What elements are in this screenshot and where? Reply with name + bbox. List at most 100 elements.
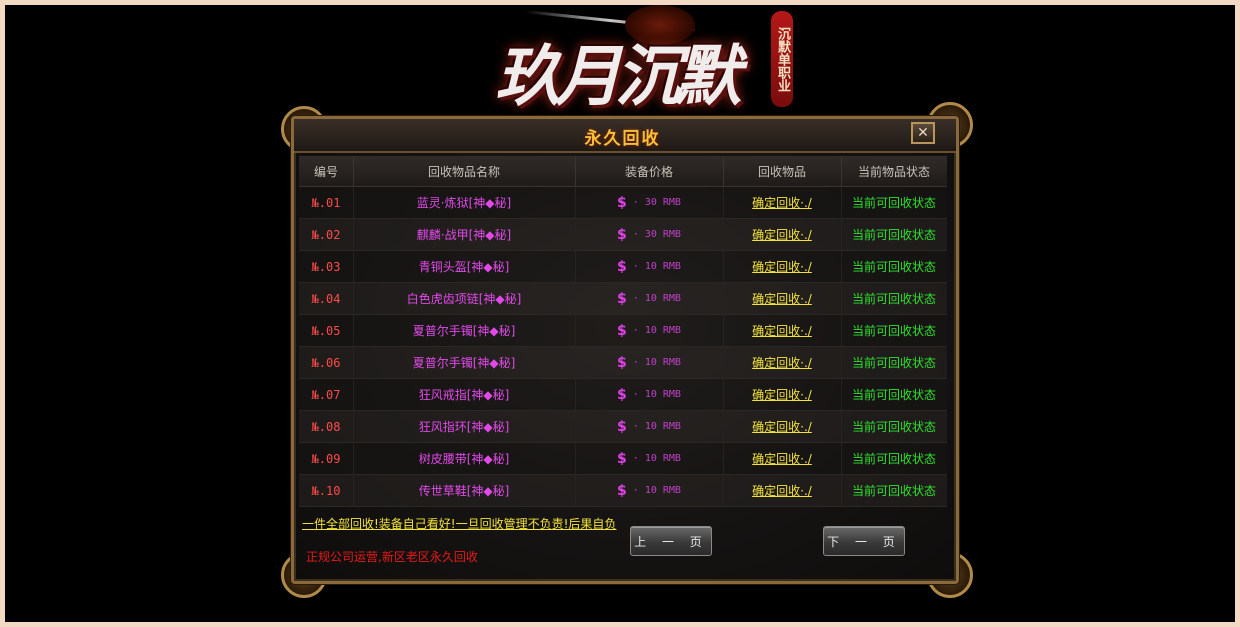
- row-action-cell: 确定回收·./: [723, 315, 842, 346]
- row-action-cell: 确定回收·./: [723, 219, 842, 250]
- row-status-cell: 当前可回收状态: [841, 315, 947, 346]
- row-price: $ · 30 RMB: [617, 195, 681, 211]
- row-price: $ · 10 RMB: [617, 387, 681, 403]
- row-price-value: · 10 RMB: [632, 421, 681, 432]
- row-price-value: · 10 RMB: [632, 325, 681, 336]
- operation-note: 正规公司运营,新区老区永久回收: [306, 550, 478, 564]
- row-id: №.09: [311, 451, 341, 466]
- currency-icon: $: [617, 450, 627, 467]
- currency-icon: $: [617, 418, 627, 435]
- table-row: №.10 传世草鞋[神◆秘] $ · 10 RMB 确定回收·./ 当前可回收状…: [299, 475, 947, 507]
- row-name-cell: 麒麟·战甲[神◆秘]: [353, 219, 576, 250]
- row-name-cell: 狂风戒指[神◆秘]: [353, 379, 576, 410]
- table-row: №.01 蓝灵·炼狱[神◆秘] $ · 30 RMB 确定回收·./ 当前可回收…: [299, 187, 947, 219]
- row-price-value: · 10 RMB: [632, 261, 681, 272]
- row-item-name: 传世草鞋[神◆秘]: [418, 484, 510, 498]
- confirm-recycle-link[interactable]: 确定回收·./: [752, 194, 812, 211]
- table-row: №.07 狂风戒指[神◆秘] $ · 10 RMB 确定回收·./ 当前可回收状…: [299, 379, 947, 411]
- panel-title: 永久回收: [584, 129, 661, 149]
- row-id-cell: №.02: [299, 219, 354, 250]
- confirm-recycle-link[interactable]: 确定回收·./: [752, 354, 812, 371]
- row-name-cell: 白色虎齿项链[神◆秘]: [353, 283, 576, 314]
- confirm-recycle-link[interactable]: 确定回收·./: [752, 226, 812, 243]
- row-name-cell: 树皮腰带[神◆秘]: [353, 443, 576, 474]
- row-id-cell: №.09: [299, 443, 354, 474]
- prev-page-button[interactable]: 上 一 页: [630, 526, 712, 556]
- currency-icon: $: [617, 322, 627, 339]
- row-item-name: 狂风指环[神◆秘]: [418, 420, 510, 434]
- table-header-row: 编号 回收物品名称 装备价格 回收物品 当前物品状态: [299, 156, 947, 187]
- row-status: 当前可回收状态: [851, 324, 936, 338]
- next-page-button[interactable]: 下 一 页: [823, 526, 905, 556]
- currency-icon: $: [617, 482, 627, 499]
- row-status-cell: 当前可回收状态: [841, 443, 947, 474]
- table-row: №.09 树皮腰带[神◆秘] $ · 10 RMB 确定回收·./ 当前可回收状…: [299, 443, 947, 475]
- row-status: 当前可回收状态: [851, 356, 936, 370]
- currency-icon: $: [617, 194, 627, 211]
- row-action-cell: 确定回收·./: [723, 443, 842, 474]
- row-status-cell: 当前可回收状态: [841, 475, 947, 506]
- row-status: 当前可回收状态: [851, 484, 936, 498]
- row-price-cell: $ · 10 RMB: [575, 315, 724, 346]
- row-action-cell: 确定回收·./: [723, 379, 842, 410]
- row-name-cell: 传世草鞋[神◆秘]: [353, 475, 576, 506]
- currency-icon: $: [617, 226, 627, 243]
- row-action-cell: 确定回收·./: [723, 251, 842, 282]
- row-status-cell: 当前可回收状态: [841, 411, 947, 442]
- row-status: 当前可回收状态: [851, 228, 936, 242]
- confirm-recycle-link[interactable]: 确定回收·./: [752, 418, 812, 435]
- table-row: №.03 青铜头盔[神◆秘] $ · 10 RMB 确定回收·./ 当前可回收状…: [299, 251, 947, 283]
- header-id: 编号: [299, 156, 354, 186]
- row-price-cell: $ · 30 RMB: [575, 187, 724, 218]
- confirm-recycle-link[interactable]: 确定回收·./: [752, 290, 812, 307]
- confirm-recycle-link[interactable]: 确定回收·./: [752, 322, 812, 339]
- row-id: №.07: [311, 387, 341, 402]
- row-price-cell: $ · 10 RMB: [575, 251, 724, 282]
- row-price-cell: $ · 10 RMB: [575, 475, 724, 506]
- row-action-cell: 确定回收·./: [723, 347, 842, 378]
- row-id: №.08: [311, 419, 341, 434]
- row-id-cell: №.03: [299, 251, 354, 282]
- row-id: №.03: [311, 259, 341, 274]
- logo-title: 玖月沉默: [495, 37, 741, 115]
- row-id-cell: №.05: [299, 315, 354, 346]
- row-id: №.05: [311, 323, 341, 338]
- close-button[interactable]: ✕: [911, 122, 935, 144]
- row-price-cell: $ · 10 RMB: [575, 347, 724, 378]
- row-status: 当前可回收状态: [851, 196, 936, 210]
- row-item-name: 狂风戒指[神◆秘]: [418, 388, 510, 402]
- recycle-panel: 永久回收 ✕ 编号 回收物品名称 装备价格 回收物品 当前物品状态 №.01 蓝…: [281, 102, 973, 598]
- row-action-cell: 确定回收·./: [723, 411, 842, 442]
- row-name-cell: 青铜头盔[神◆秘]: [353, 251, 576, 282]
- confirm-recycle-link[interactable]: 确定回收·./: [752, 482, 812, 499]
- currency-icon: $: [617, 354, 627, 371]
- confirm-recycle-link[interactable]: 确定回收·./: [752, 450, 812, 467]
- confirm-recycle-link[interactable]: 确定回收·./: [752, 258, 812, 275]
- row-price-cell: $ · 10 RMB: [575, 283, 724, 314]
- row-action-cell: 确定回收·./: [723, 475, 842, 506]
- row-item-name: 夏普尔手镯[神◆秘]: [412, 356, 516, 370]
- table-row: №.02 麒麟·战甲[神◆秘] $ · 30 RMB 确定回收·./ 当前可回收…: [299, 219, 947, 251]
- currency-icon: $: [617, 290, 627, 307]
- row-price-value: · 10 RMB: [632, 389, 681, 400]
- row-status: 当前可回收状态: [851, 260, 936, 274]
- row-status: 当前可回收状态: [851, 292, 936, 306]
- recycle-table: 编号 回收物品名称 装备价格 回收物品 当前物品状态 №.01 蓝灵·炼狱[神◆…: [299, 156, 947, 507]
- header-recycle: 回收物品: [723, 156, 842, 186]
- recycle-all-notice-link[interactable]: 一件全部回收!装备自己看好!一旦回收管理不负责!后果自负: [302, 515, 616, 532]
- row-id-cell: №.06: [299, 347, 354, 378]
- row-name-cell: 蓝灵·炼狱[神◆秘]: [353, 187, 576, 218]
- row-item-name: 夏普尔手镯[神◆秘]: [412, 324, 516, 338]
- row-price-cell: $ · 10 RMB: [575, 443, 724, 474]
- confirm-recycle-link[interactable]: 确定回收·./: [752, 386, 812, 403]
- table-row: №.05 夏普尔手镯[神◆秘] $ · 10 RMB 确定回收·./ 当前可回收…: [299, 315, 947, 347]
- row-price: $ · 10 RMB: [617, 355, 681, 371]
- row-price: $ · 10 RMB: [617, 483, 681, 499]
- row-item-name: 青铜头盔[神◆秘]: [418, 260, 510, 274]
- row-action-cell: 确定回收·./: [723, 187, 842, 218]
- row-id-cell: №.10: [299, 475, 354, 506]
- row-status-cell: 当前可回收状态: [841, 219, 947, 250]
- row-price: $ · 10 RMB: [617, 451, 681, 467]
- row-name-cell: 夏普尔手镯[神◆秘]: [353, 315, 576, 346]
- row-price-value: · 10 RMB: [632, 293, 681, 304]
